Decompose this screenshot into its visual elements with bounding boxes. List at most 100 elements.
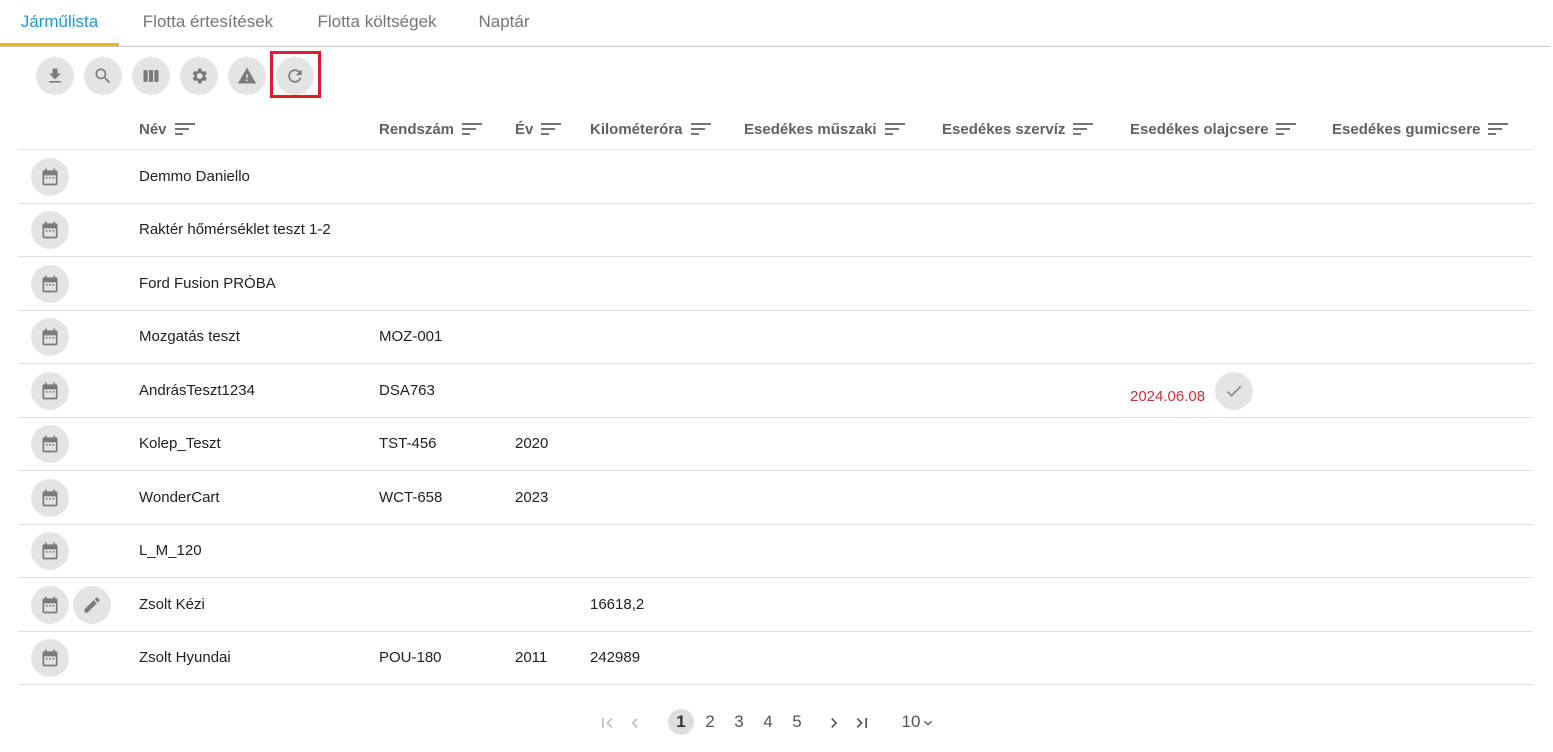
cell-name: Kolep_Teszt (139, 435, 221, 452)
edit-button[interactable] (73, 586, 111, 624)
columns-icon (143, 70, 159, 82)
prev-page-button[interactable] (625, 706, 645, 738)
warning-button[interactable] (228, 57, 266, 95)
col-header-label: Rendszám (379, 120, 455, 138)
col-header-ev[interactable]: Év (515, 110, 562, 148)
page-button[interactable]: 4 (758, 706, 778, 738)
chevron-right-icon (831, 717, 838, 728)
table-row[interactable]: AndrásTeszt1234 DSA763 2024.06.08 (18, 364, 1533, 417)
warning-icon (237, 67, 257, 84)
page-button[interactable]: 3 (729, 706, 749, 738)
columns-button[interactable] (132, 57, 170, 95)
calendar-button[interactable] (31, 265, 69, 303)
sort-icon (462, 123, 483, 135)
sort-icon (541, 123, 562, 135)
calendar-icon (42, 542, 58, 560)
refresh-button[interactable] (276, 57, 314, 95)
table-row[interactable]: Kolep_Teszt TST-456 2020 (18, 417, 1533, 470)
cell-year: 2023 (515, 489, 549, 506)
table-row[interactable]: Ford Fusion PRÓBA (18, 257, 1533, 310)
table-row[interactable]: Zsolt Hyundai POU-180 2011 242989 (18, 631, 1533, 684)
col-header-label: Év (515, 120, 534, 138)
cell-year: 2011 (515, 649, 548, 666)
cell-year: 2020 (515, 435, 549, 452)
col-header-esedekes-olajcsere[interactable]: Esedékes olajcsere (1130, 110, 1297, 148)
page-button[interactable]: 5 (787, 706, 807, 738)
download-button[interactable] (36, 57, 74, 95)
tab-flotta-ertesitesek[interactable]: Flotta értesítések (128, 0, 288, 46)
calendar-icon (42, 382, 58, 400)
calendar-button[interactable] (31, 372, 69, 410)
page-size-select[interactable]: 10 (897, 706, 941, 738)
col-header-nev[interactable]: Név (139, 110, 195, 148)
table-row[interactable]: Demmo Daniello (18, 150, 1533, 203)
chevron-left-icon (631, 717, 638, 728)
search-button[interactable] (84, 57, 122, 95)
last-page-button[interactable] (851, 706, 873, 738)
calendar-button[interactable] (31, 318, 69, 356)
table-row[interactable]: L_M_120 (18, 524, 1533, 577)
settings-button[interactable] (180, 57, 218, 95)
calendar-icon (42, 489, 58, 507)
calendar-icon (42, 596, 58, 614)
toolbar (0, 57, 400, 95)
cell-name: Ford Fusion PRÓBA (139, 275, 276, 292)
confirm-oil-change-button[interactable] (1215, 372, 1253, 410)
check-icon (1226, 385, 1242, 397)
calendar-button[interactable] (31, 586, 69, 624)
last-page-icon (856, 717, 867, 728)
gear-icon (192, 68, 207, 84)
tab-flotta-koltsegek[interactable]: Flotta költségek (302, 0, 452, 46)
sort-icon (1073, 123, 1094, 135)
cell-name: WonderCart (139, 489, 220, 506)
calendar-button[interactable] (31, 425, 69, 463)
col-header-esedekes-szerviz[interactable]: Esedékes szervíz (942, 110, 1094, 148)
col-header-label: Esedékes gumicsere (1332, 120, 1481, 138)
search-icon (95, 68, 111, 84)
cell-plate: WCT-658 (379, 489, 443, 506)
col-header-esedekes-muszaki[interactable]: Esedékes műszaki (744, 110, 905, 148)
page-button[interactable]: 2 (700, 706, 720, 738)
cell-name: AndrásTeszt1234 (139, 382, 255, 399)
col-header-esedekes-gumicsere[interactable]: Esedékes gumicsere (1332, 110, 1509, 148)
first-page-button[interactable] (596, 706, 618, 738)
col-header-label: Esedékes szervíz (942, 120, 1066, 138)
sort-icon (1276, 123, 1297, 135)
col-header-kilometerora[interactable]: Kilométeróra (590, 110, 711, 148)
cell-name: Mozgatás teszt (139, 328, 240, 345)
calendar-button[interactable] (31, 158, 69, 196)
calendar-icon (42, 168, 58, 186)
table-row[interactable]: Mozgatás teszt MOZ-001 (18, 310, 1533, 363)
col-header-rendszam[interactable]: Rendszám (379, 110, 483, 148)
cell-plate: POU-180 (379, 649, 442, 666)
col-header-label: Név (139, 120, 167, 138)
sort-icon (1488, 123, 1509, 135)
calendar-icon (42, 328, 58, 346)
download-icon (49, 68, 61, 83)
cell-name: Demmo Daniello (139, 168, 250, 185)
row-divider (18, 684, 1533, 685)
calendar-icon (42, 275, 58, 293)
table-row[interactable]: WonderCart WCT-658 2023 (18, 471, 1533, 524)
sort-icon (690, 123, 711, 135)
calendar-button[interactable] (31, 639, 69, 677)
page-button[interactable]: 1 (668, 709, 694, 735)
first-page-icon (602, 717, 613, 728)
table-row[interactable]: Raktér hőmérséklet teszt 1-2 (18, 203, 1533, 256)
chevron-down-icon (924, 720, 933, 726)
cell-plate: DSA763 (379, 382, 435, 399)
calendar-icon (42, 221, 58, 239)
calendar-button[interactable] (31, 479, 69, 517)
next-page-button[interactable] (824, 706, 844, 738)
col-header-label: Esedékes olajcsere (1130, 120, 1269, 138)
table-row[interactable]: Zsolt Kézi 16618,2 (18, 578, 1533, 631)
pagination: 1 2 3 4 5 10 (0, 706, 1553, 738)
col-header-label: Esedékes műszaki (744, 120, 877, 138)
calendar-button[interactable] (31, 211, 69, 249)
tab-jarmulista[interactable]: Járműlista (0, 0, 119, 46)
calendar-button[interactable] (31, 532, 69, 570)
tab-naptar[interactable]: Naptár (466, 0, 542, 46)
cell-name: Zsolt Kézi (139, 596, 205, 613)
refresh-icon (288, 69, 302, 83)
tab-bar: Járműlista Flotta értesítések Flotta köl… (0, 0, 1550, 47)
